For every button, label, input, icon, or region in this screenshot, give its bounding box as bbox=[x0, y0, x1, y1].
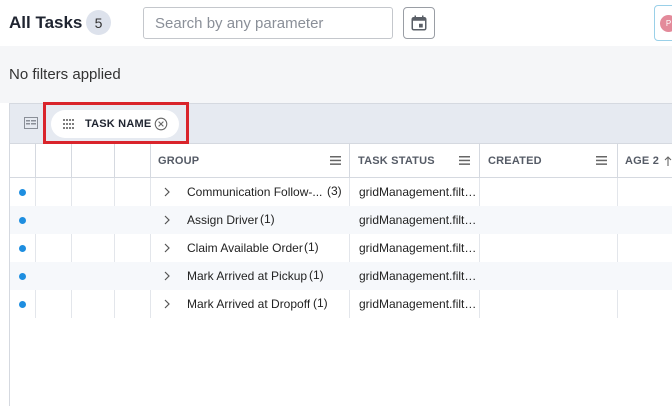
column-header-row: GROUP TASK STATUS CREATED AGE 2 bbox=[10, 144, 672, 178]
avatar: P bbox=[660, 15, 672, 32]
task-status-cell: gridManagement.filters.status.pending bbox=[359, 213, 477, 227]
group-count: (1) bbox=[313, 296, 328, 310]
table-row[interactable]: Mark Arrived at Dropoff (1) gridManageme… bbox=[10, 290, 672, 318]
group-by-icon bbox=[24, 117, 38, 129]
status-dot bbox=[19, 189, 26, 196]
group-count: (1) bbox=[309, 268, 324, 282]
chevron-right-icon[interactable] bbox=[163, 298, 171, 310]
task-status-cell: gridManagement.filters.status.pending bbox=[359, 185, 477, 199]
filters-status: No filters applied bbox=[9, 66, 121, 83]
search-input[interactable] bbox=[143, 7, 393, 39]
chevron-right-icon[interactable] bbox=[163, 186, 171, 198]
user-menu-button[interactable]: P bbox=[654, 5, 672, 41]
group-count: (1) bbox=[260, 212, 275, 226]
table-row[interactable]: Assign Driver (1) gridManagement.filters… bbox=[10, 206, 672, 234]
column-header-label: AGE 2 bbox=[625, 155, 660, 167]
column-header-group[interactable]: GROUP bbox=[158, 144, 348, 178]
row-group-panel: TASK NAME bbox=[10, 102, 672, 144]
group-name: Claim Available Order bbox=[187, 241, 303, 255]
calendar-button[interactable] bbox=[403, 7, 435, 39]
table-row[interactable]: Communication Follow-... (3) gridManagem… bbox=[10, 178, 672, 206]
status-dot bbox=[19, 245, 26, 252]
status-dot bbox=[19, 301, 26, 308]
chevron-right-icon[interactable] bbox=[163, 270, 171, 282]
column-menu-icon[interactable] bbox=[596, 156, 607, 165]
task-status-cell: gridManagement.filters.status.pending bbox=[359, 269, 477, 283]
group-count: (1) bbox=[304, 240, 319, 254]
column-header-label: GROUP bbox=[158, 155, 200, 167]
task-status-cell: gridManagement.filters.status.pending bbox=[359, 297, 477, 311]
group-count: (3) bbox=[327, 184, 342, 198]
column-menu-icon[interactable] bbox=[459, 156, 470, 165]
task-status-cell: gridManagement.filters.status.pending bbox=[359, 241, 477, 255]
group-name: Mark Arrived at Pickup bbox=[187, 269, 308, 283]
chevron-right-icon[interactable] bbox=[163, 242, 171, 254]
page-title: All Tasks bbox=[9, 13, 83, 32]
column-header-label: TASK STATUS bbox=[358, 155, 435, 167]
calendar-icon bbox=[411, 15, 427, 31]
group-name: Mark Arrived at Dropoff bbox=[187, 297, 311, 311]
status-dot bbox=[19, 217, 26, 224]
task-grid: TASK NAME GROUP TASK STATUS CREATED AGE … bbox=[9, 102, 672, 406]
group-name: Communication Follow-... bbox=[187, 185, 323, 199]
status-dot bbox=[19, 273, 26, 280]
group-name: Assign Driver bbox=[187, 213, 259, 227]
column-header-label: CREATED bbox=[488, 155, 542, 167]
filters-bar: No filters applied bbox=[0, 46, 672, 103]
chevron-right-icon[interactable] bbox=[163, 214, 171, 226]
page-header: All Tasks 5 P bbox=[0, 0, 672, 46]
table-row[interactable]: Mark Arrived at Pickup (1) gridManagemen… bbox=[10, 262, 672, 290]
task-count-badge: 5 bbox=[86, 10, 111, 35]
sort-ascending-icon bbox=[664, 156, 672, 166]
highlight-box bbox=[43, 102, 189, 144]
column-header-age[interactable]: AGE 2 bbox=[625, 144, 672, 178]
table-row[interactable]: Claim Available Order (1) gridManagement… bbox=[10, 234, 672, 262]
column-menu-icon[interactable] bbox=[330, 156, 341, 165]
